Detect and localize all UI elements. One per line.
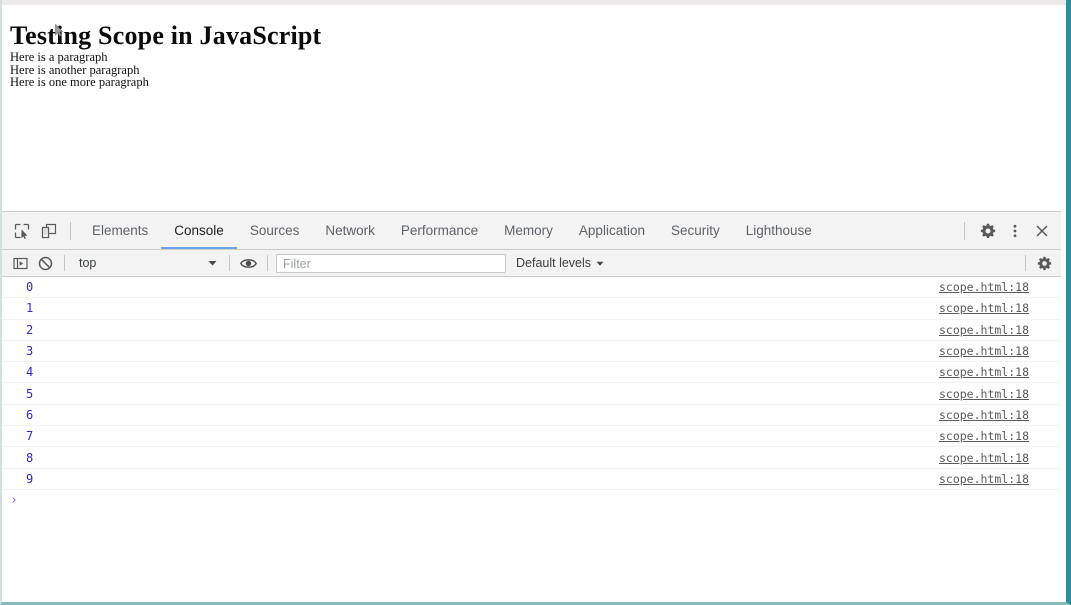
log-source-link[interactable]: scope.html:18 (939, 408, 1061, 422)
log-source-link[interactable]: scope.html:18 (939, 280, 1061, 294)
console-sidebar-icon[interactable] (8, 252, 33, 274)
settings-gear-icon[interactable] (974, 218, 1001, 244)
page-title: Testing Scope in JavaScript (10, 21, 322, 50)
table-row[interactable]: 3 scope.html:18 (2, 341, 1061, 363)
tabbar-divider (70, 221, 71, 240)
tab-lighthouse[interactable]: Lighthouse (733, 212, 825, 249)
devtools-panel: Elements Console Sources Network Perform… (2, 211, 1061, 599)
tab-application[interactable]: Application (566, 212, 658, 249)
execution-context-select[interactable]: top (71, 253, 223, 274)
close-icon[interactable] (1028, 218, 1055, 244)
eye-icon[interactable] (236, 252, 261, 274)
console-prompt[interactable]: › (2, 490, 1061, 512)
log-message: 9 (26, 471, 34, 486)
execution-context-value: top (79, 256, 97, 270)
table-row[interactable]: 0 scope.html:18 (2, 277, 1061, 299)
tab-memory[interactable]: Memory (491, 212, 566, 249)
log-message: 5 (26, 386, 34, 401)
device-toolbar-icon[interactable] (35, 218, 62, 244)
chevron-down-icon (208, 256, 217, 270)
page-paragraph-1: Here is a paragraph (10, 50, 108, 64)
log-message: 6 (26, 407, 34, 422)
log-source-link[interactable]: scope.html:18 (939, 472, 1061, 486)
log-message: 3 (26, 344, 34, 359)
filter-input[interactable]: Filter (276, 253, 506, 273)
table-row[interactable]: 7 scope.html:18 (2, 426, 1061, 448)
tabbar-right-divider (964, 221, 965, 240)
page-paragraph-2: Here is another paragraph (10, 62, 140, 77)
console-prompt-input[interactable] (18, 494, 1061, 508)
clear-console-icon[interactable] (33, 252, 58, 274)
log-source-link[interactable]: scope.html:18 (939, 451, 1061, 465)
prompt-chevron-icon: › (10, 493, 18, 509)
log-levels-select[interactable]: Default levels (516, 256, 604, 270)
console-log-list[interactable]: 0 scope.html:18 1 scope.html:18 2 scope.… (2, 277, 1061, 599)
chevron-down-icon (596, 256, 604, 270)
tab-performance[interactable]: Performance (388, 212, 491, 249)
tab-elements[interactable]: Elements (79, 212, 161, 249)
log-levels-label: Default levels (516, 256, 592, 270)
table-row[interactable]: 5 scope.html:18 (2, 383, 1061, 405)
table-row[interactable]: 8 scope.html:18 (2, 447, 1061, 469)
page-paragraph-3: Here is one more paragraph (10, 75, 149, 89)
more-options-icon[interactable] (1001, 218, 1028, 244)
console-toolbar-divider-4 (1025, 255, 1026, 271)
table-row[interactable]: 1 scope.html:18 (2, 298, 1061, 320)
tab-security[interactable]: Security (658, 212, 733, 249)
log-message: 0 (26, 280, 34, 295)
log-source-link[interactable]: scope.html:18 (939, 429, 1061, 443)
log-source-link[interactable]: scope.html:18 (939, 344, 1061, 358)
log-message: 2 (26, 322, 34, 337)
log-source-link[interactable]: scope.html:18 (939, 387, 1061, 401)
console-toolbar: top Filter Default levels (2, 250, 1061, 277)
capture-frame: Testing Scope in JavaScript Here is a pa… (0, 0, 1071, 605)
log-source-link[interactable]: scope.html:18 (939, 301, 1061, 315)
devtools-tabbar: Elements Console Sources Network Perform… (2, 212, 1061, 250)
table-row[interactable]: 9 scope.html:18 (2, 469, 1061, 490)
console-toolbar-divider-3 (267, 255, 268, 271)
log-source-link[interactable]: scope.html:18 (939, 323, 1061, 337)
log-source-link[interactable]: scope.html:18 (939, 365, 1061, 379)
webpage-viewport: Testing Scope in JavaScript Here is a pa… (2, 5, 1061, 211)
log-message: 7 (26, 429, 34, 444)
inspect-element-icon[interactable] (8, 218, 35, 244)
log-message: 4 (26, 365, 34, 380)
console-toolbar-divider-2 (229, 255, 230, 271)
table-row[interactable]: 6 scope.html:18 (2, 405, 1061, 427)
tab-sources[interactable]: Sources (237, 212, 313, 249)
console-settings-gear-icon[interactable] (1032, 252, 1057, 274)
log-message: 8 (26, 450, 34, 465)
tab-console[interactable]: Console (161, 212, 237, 249)
table-row[interactable]: 4 scope.html:18 (2, 362, 1061, 384)
table-row[interactable]: 2 scope.html:18 (2, 320, 1061, 341)
log-message: 1 (26, 301, 34, 316)
console-toolbar-divider-1 (64, 255, 65, 271)
tab-network[interactable]: Network (312, 212, 388, 249)
